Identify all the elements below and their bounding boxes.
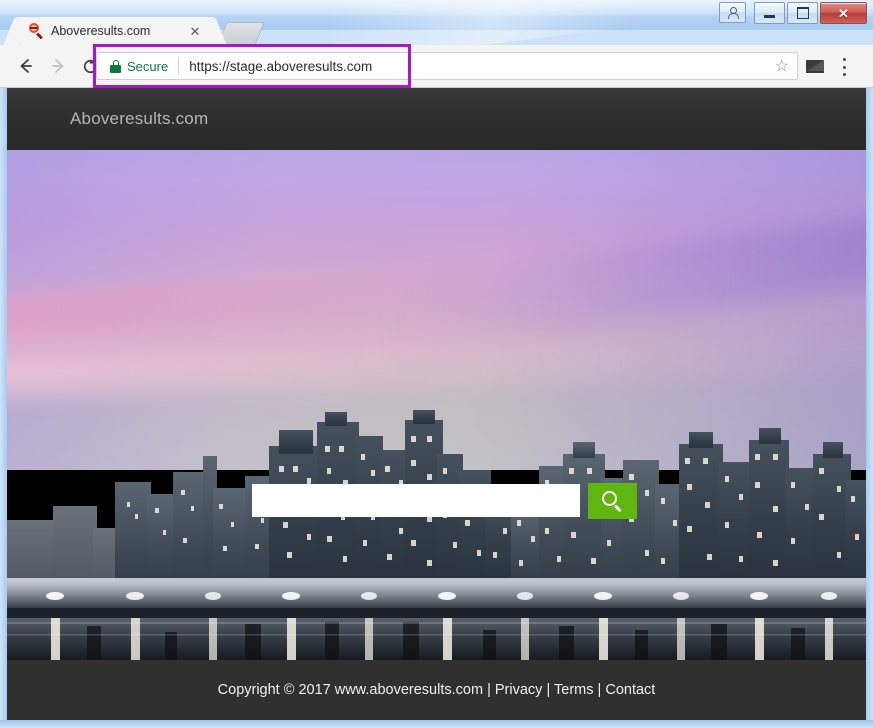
forward-button[interactable] — [42, 50, 74, 82]
site-footer: Copyright © 2017 www.aboveresults.com | … — [7, 660, 866, 720]
footer-link-contact[interactable]: Contact — [605, 682, 655, 698]
site-search — [252, 483, 637, 519]
footer-copyright: Copyright © 2017 www.aboveresults.com — [217, 682, 484, 698]
footer-separator: | — [597, 682, 602, 698]
window-border-left — [0, 88, 7, 728]
page-viewport: Aboveresults.com Copyright © 2017 www.ab… — [7, 88, 866, 720]
tab-strip: Aboveresults.com ✕ — [0, 0, 873, 45]
url-text: https://stage.aboveresults.com — [189, 58, 373, 74]
search-icon — [602, 490, 623, 512]
hero-image — [7, 150, 866, 660]
footer-link-privacy[interactable]: Privacy — [495, 682, 543, 698]
bookmark-star-icon[interactable]: ☆ — [775, 58, 789, 76]
lock-icon — [110, 59, 121, 73]
search-button[interactable] — [588, 483, 637, 519]
browser-tab[interactable]: Aboveresults.com ✕ — [20, 17, 210, 45]
omnibox-divider — [178, 58, 180, 74]
cast-screen-icon[interactable] — [806, 60, 824, 73]
back-arrow-icon — [20, 59, 32, 73]
tab-close-icon[interactable]: ✕ — [186, 22, 204, 40]
three-dot-menu-icon[interactable] — [842, 58, 846, 76]
address-bar[interactable]: Secure https://stage.aboveresults.com ☆ — [96, 52, 798, 80]
tab-title: Aboveresults.com — [51, 24, 151, 38]
footer-link-terms[interactable]: Terms — [554, 682, 593, 698]
site-header: Aboveresults.com — [7, 88, 866, 150]
search-input[interactable] — [252, 484, 580, 517]
cityscape-skyline — [7, 410, 866, 660]
security-label: Secure — [127, 58, 169, 74]
browser-toolbar: Secure https://stage.aboveresults.com ☆ — [0, 45, 873, 88]
footer-separator: | — [487, 682, 491, 698]
footer-separator: | — [546, 682, 551, 698]
window-border-bottom — [0, 720, 873, 728]
magnifier-favicon-icon — [28, 23, 44, 40]
browser-window: ✕ Aboveresults.com ✕ Secure https://stag… — [0, 0, 873, 728]
window-border-right — [866, 88, 873, 728]
back-button[interactable] — [10, 50, 42, 82]
site-brand[interactable]: Aboveresults.com — [70, 109, 208, 129]
forward-arrow-icon — [52, 59, 64, 73]
footer-content: Copyright © 2017 www.aboveresults.com | … — [218, 682, 656, 698]
